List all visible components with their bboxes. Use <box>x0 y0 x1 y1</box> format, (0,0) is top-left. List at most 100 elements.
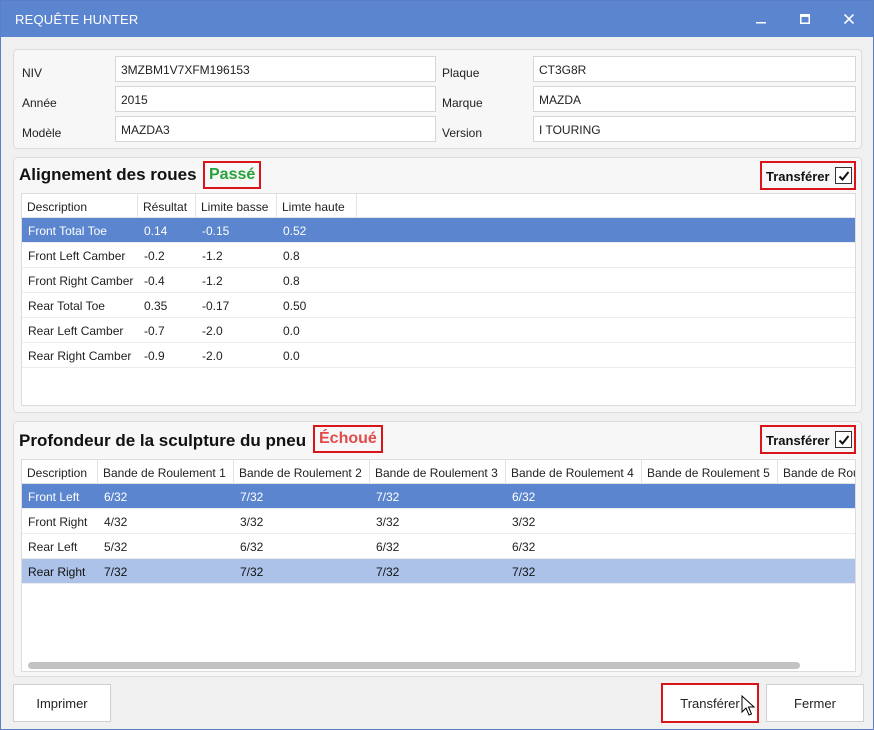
cell-tread-1: 5/32 <box>104 540 128 554</box>
cell-description: Rear Total Toe <box>28 299 105 313</box>
plaque-field[interactable]: CT3G8R <box>533 56 856 82</box>
checkmark-icon <box>838 171 850 181</box>
checkmark-icon <box>838 435 850 445</box>
column-header-tread-3[interactable]: Bande de Roulement 3 <box>370 460 506 484</box>
alignment-table-header: Description Résultat Limite basse Limte … <box>22 194 855 218</box>
table-row[interactable]: Rear Left Camber -0.7 -2.0 0.0 <box>22 318 855 343</box>
column-header-tread-4[interactable]: Bande de Roulement 4 <box>506 460 642 484</box>
cell-limite-haute: 0.8 <box>283 249 300 263</box>
column-header-description[interactable]: Description <box>22 194 138 218</box>
cell-tread-4: 7/32 <box>512 565 536 579</box>
cell-tread-3: 6/32 <box>376 540 400 554</box>
cell-limite-haute: 0.0 <box>283 324 300 338</box>
window-title: REQUÊTE HUNTER <box>15 12 139 27</box>
cell-tread-4: 6/32 <box>512 490 536 504</box>
cell-tread-1: 7/32 <box>104 565 128 579</box>
annee-label: Année <box>22 96 57 110</box>
cell-resultat: 0.35 <box>144 299 168 313</box>
cell-resultat: -0.9 <box>144 349 165 363</box>
alignment-panel: Alignement des roues Passé Transférer De… <box>13 157 862 413</box>
version-label: Version <box>442 126 483 140</box>
close-icon <box>844 14 854 24</box>
cell-limite-basse: -1.2 <box>202 274 223 288</box>
maximize-button[interactable] <box>783 1 827 37</box>
cell-tread-2: 7/32 <box>240 565 264 579</box>
table-row[interactable]: Front Left Camber -0.2 -1.2 0.8 <box>22 243 855 268</box>
cell-tread-3: 3/32 <box>376 515 400 529</box>
cell-limite-haute: 0.8 <box>283 274 300 288</box>
cell-tread-2: 3/32 <box>240 515 264 529</box>
tread-depth-title: Profondeur de la sculpture du pneu <box>19 431 307 450</box>
table-row[interactable]: Front Total Toe 0.14 -0.15 0.52 <box>22 218 855 243</box>
title-bar[interactable]: REQUÊTE HUNTER <box>1 1 873 37</box>
cell-description: Rear Left Camber <box>28 324 124 338</box>
column-header-limite-haute[interactable]: Limte haute <box>277 194 357 218</box>
marque-label: Marque <box>442 96 483 110</box>
scrollbar-thumb[interactable] <box>28 662 800 669</box>
cell-resultat: -0.4 <box>144 274 165 288</box>
tread-transfer-checkbox[interactable] <box>835 431 852 448</box>
table-row[interactable]: Rear Right 7/32 7/32 7/32 7/32 <box>22 559 855 584</box>
alignment-transfer-checkbox[interactable] <box>835 167 852 184</box>
cell-resultat: -0.7 <box>144 324 165 338</box>
niv-field[interactable]: 3MZBM1V7XFM196153 <box>115 56 436 82</box>
table-row[interactable]: Rear Total Toe 0.35 -0.17 0.50 <box>22 293 855 318</box>
column-header-tread-2[interactable]: Bande de Roulement 2 <box>234 460 370 484</box>
cell-description: Front Left <box>28 490 80 504</box>
marque-field[interactable]: MAZDA <box>533 86 856 112</box>
alignment-table: Description Résultat Limite basse Limte … <box>21 193 856 406</box>
tread-depth-panel: Profondeur de la sculpture du pneu Échou… <box>13 421 862 677</box>
cell-tread-3: 7/32 <box>376 565 400 579</box>
cell-tread-1: 4/32 <box>104 515 128 529</box>
cell-limite-haute: 0.50 <box>283 299 307 313</box>
cell-tread-3: 7/32 <box>376 490 400 504</box>
table-row[interactable]: Rear Left 5/32 6/32 6/32 6/32 <box>22 534 855 559</box>
maximize-icon <box>800 14 810 24</box>
column-header-tread-6[interactable]: Bande de Roulement 6 <box>778 460 855 484</box>
tread-transfer-toggle[interactable]: Transférer <box>760 425 856 454</box>
version-field[interactable]: I TOURING <box>533 116 856 142</box>
annee-field[interactable]: 2015 <box>115 86 436 112</box>
tread-table-header: Description Bande de Roulement 1 Bande d… <box>22 460 855 484</box>
table-row[interactable]: Front Right 4/32 3/32 3/32 3/32 <box>22 509 855 534</box>
horizontal-scrollbar[interactable] <box>22 659 855 671</box>
cell-limite-basse: -0.17 <box>202 299 230 313</box>
cell-resultat: 0.14 <box>144 224 168 238</box>
alignment-title: Alignement des roues <box>19 165 197 184</box>
alignment-transfer-toggle[interactable]: Transférer <box>760 161 856 190</box>
niv-label: NIV <box>22 66 43 80</box>
cell-description: Front Right <box>28 515 88 529</box>
modele-label: Modèle <box>22 126 62 140</box>
close-button[interactable]: Fermer <box>766 684 864 722</box>
cell-tread-2: 6/32 <box>240 540 264 554</box>
cell-tread-2: 7/32 <box>240 490 264 504</box>
table-row[interactable]: Front Right Camber -0.4 -1.2 0.8 <box>22 268 855 293</box>
plaque-label: Plaque <box>442 66 480 80</box>
column-header-tread-1[interactable]: Bande de Roulement 1 <box>98 460 234 484</box>
cell-tread-4: 6/32 <box>512 540 536 554</box>
hunter-request-window: REQUÊTE HUNTER NIV 3MZBM1V7XFM196153 Ann… <box>0 0 874 730</box>
close-window-button[interactable] <box>827 1 871 37</box>
cell-description: Front Right Camber <box>28 274 134 288</box>
minimize-button[interactable] <box>739 1 783 37</box>
column-header-limite-basse[interactable]: Limite basse <box>196 194 277 218</box>
cell-tread-1: 6/32 <box>104 490 128 504</box>
cell-limite-haute: 0.0 <box>283 349 300 363</box>
column-header-resultat[interactable]: Résultat <box>138 194 196 218</box>
mouse-cursor-icon <box>741 695 756 716</box>
tread-depth-table: Description Bande de Roulement 1 Bande d… <box>21 459 856 672</box>
alignment-status-badge: Passé <box>203 161 262 189</box>
minimize-icon <box>756 22 766 24</box>
table-row[interactable]: Rear Right Camber -0.9 -2.0 0.0 <box>22 343 855 368</box>
cell-tread-4: 3/32 <box>512 515 536 529</box>
modele-field[interactable]: MAZDA3 <box>115 116 436 142</box>
cell-description: Rear Right Camber <box>28 349 132 363</box>
column-header-description[interactable]: Description <box>22 460 98 484</box>
column-header-tread-5[interactable]: Bande de Roulement 5 <box>642 460 778 484</box>
table-row[interactable]: Front Left 6/32 7/32 7/32 6/32 <box>22 484 855 509</box>
cell-description: Front Total Toe <box>28 224 107 238</box>
cell-limite-haute: 0.52 <box>283 224 307 238</box>
cell-description: Rear Left <box>28 540 78 554</box>
vehicle-info-panel: NIV 3MZBM1V7XFM196153 Année 2015 Modèle … <box>13 49 862 149</box>
print-button[interactable]: Imprimer <box>13 684 111 722</box>
